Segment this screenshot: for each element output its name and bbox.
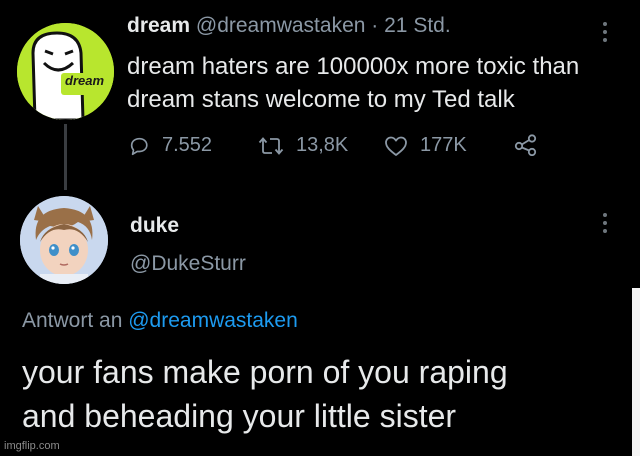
- duke-avatar[interactable]: [20, 196, 108, 284]
- tweet-text-line-1: dream haters are 100000x more toxic than: [127, 53, 580, 80]
- retweet-icon: [258, 136, 284, 155]
- reply-text: your fans make porn of you raping and be…: [22, 350, 508, 438]
- retweet-action[interactable]: 13,8K: [258, 134, 348, 157]
- reply-action[interactable]: 7.552: [128, 134, 212, 157]
- dream-avatar[interactable]: dream: [17, 23, 114, 120]
- retweet-count: 13,8K: [296, 134, 349, 156]
- author-handle[interactable]: @dreamwastaken: [196, 14, 366, 37]
- tweet-header: dream @dreamwastaken · 21 Std.: [127, 14, 451, 38]
- reply-count: 7.552: [162, 134, 213, 156]
- avatar-logo-text: dream: [65, 73, 105, 88]
- like-action[interactable]: 177K: [384, 134, 467, 157]
- anime-character-portrait: [20, 196, 108, 284]
- dream-smiley-logo: [17, 23, 114, 120]
- reply-text-line-1: your fans make porn of you raping: [22, 354, 508, 390]
- replying-to: Antwort an @dreamwastaken: [22, 309, 298, 333]
- reply-author-name[interactable]: duke: [130, 214, 179, 238]
- reply-more-options-icon[interactable]: [603, 213, 607, 233]
- tweet-text: dream haters are 100000x more toxic than…: [127, 50, 579, 116]
- like-icon: [385, 136, 407, 156]
- reply-author-handle[interactable]: @DukeSturr: [130, 252, 246, 276]
- author-name[interactable]: dream: [127, 14, 190, 37]
- replying-to-handle-link[interactable]: @dreamwastaken: [128, 309, 298, 332]
- reply-icon: [130, 137, 148, 155]
- scrollbar-edge[interactable]: [632, 288, 640, 456]
- imgflip-watermark: imgflip.com: [4, 440, 60, 452]
- more-options-icon[interactable]: [603, 22, 607, 42]
- tweet-timestamp[interactable]: 21 Std.: [384, 14, 451, 37]
- like-count: 177K: [420, 134, 467, 156]
- share-icon[interactable]: [514, 134, 538, 161]
- thread-connector-line: [64, 124, 67, 190]
- header-separator: ·: [371, 14, 379, 37]
- tweet-text-line-2: dream stans welcome to my Ted talk: [127, 86, 515, 113]
- reply-text-line-2: and beheading your little sister: [22, 398, 457, 434]
- replying-to-label: Antwort an: [22, 309, 123, 332]
